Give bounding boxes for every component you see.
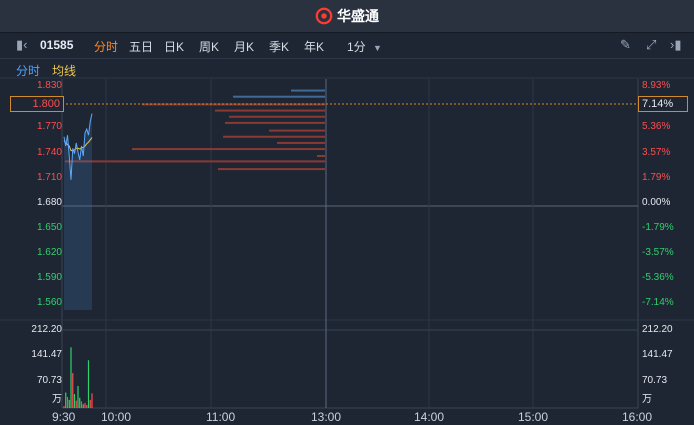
volume-bar [87,360,90,408]
volume-unit: 万 [52,394,62,405]
price-label-1560: 1.560 [36,297,62,308]
price-label-1740: 1.740 [36,147,62,158]
price-distribution-bar [223,135,325,138]
price-label-1590: 1.590 [36,272,62,283]
percent-label-6: -1.79% [642,222,674,233]
volume-bar [80,401,83,408]
volume-bar [86,405,88,408]
percent-label-8: -5.36% [642,272,674,283]
volume-bar [77,385,79,408]
volume-label-low: 70.73 [36,375,62,386]
current-percent-marker: 7.14% [638,96,688,112]
time-label-5: 15:00 [518,410,549,424]
percent-label-2: 5.36% [642,121,671,132]
intraday-chart [0,77,694,409]
volume-bar [79,397,81,408]
percent-label-9: -7.14% [642,297,674,308]
price-distribution-bar [269,129,325,132]
volume-bar [84,402,86,408]
price-distribution-bar [218,168,325,171]
volume-bar [66,396,69,408]
current-price-marker: 1.800 [10,96,64,112]
time-label-6: 16:00 [622,410,653,424]
volume-bar [89,399,91,408]
price-label-1770: 1.770 [36,121,62,132]
price-label-1650: 1.650 [36,222,62,233]
price-distribution-bar [142,103,325,106]
price-distribution-bar [233,95,325,98]
time-label-1: 10:00 [101,410,132,424]
volume-bar [82,404,84,408]
time-label-4: 14:00 [414,410,445,424]
price-distribution-bar [215,109,325,112]
percent-label-0: 8.93% [642,80,671,91]
percent-label-7: -3.57% [642,247,674,258]
time-label-0: 9:30 [52,410,76,424]
volume-bar [70,347,72,408]
percent-label-3: 3.57% [642,147,671,158]
volume-label-max: 212.20 [31,324,62,335]
volume-bar [68,399,70,408]
volume-unit-right: 万 [642,394,652,405]
price-label-1620: 1.620 [36,247,62,258]
price-distribution-bar [65,160,325,163]
price-label-1830: 1.830 [36,80,62,91]
price-distribution-bar [277,141,325,144]
price-label-1710: 1.710 [36,172,62,183]
price-distribution-bar [317,155,325,157]
volume-bar [72,373,74,408]
price-distribution-bar [225,121,325,124]
volume-bar [75,400,77,408]
volume-bar [63,406,65,408]
volume-label-max-right: 212.20 [642,324,673,335]
volume-bar [91,393,93,408]
price-distribution-bar [291,89,325,92]
percent-label-4: 1.79% [642,172,671,183]
volume-bar [73,394,76,408]
percent-label-5: 0.00% [642,197,671,208]
volume-label-low-right: 70.73 [642,375,668,386]
volume-bar [65,392,67,408]
price-distribution-bar [132,148,325,151]
price-distribution-bar [229,115,325,118]
price-label-1680: 1.680 [36,197,62,208]
volume-label-mid: 141.47 [31,349,62,360]
volume-label-mid-right: 141.47 [642,349,673,360]
time-label-3: 13:00 [311,410,342,424]
time-label-2: 11:00 [206,410,236,424]
